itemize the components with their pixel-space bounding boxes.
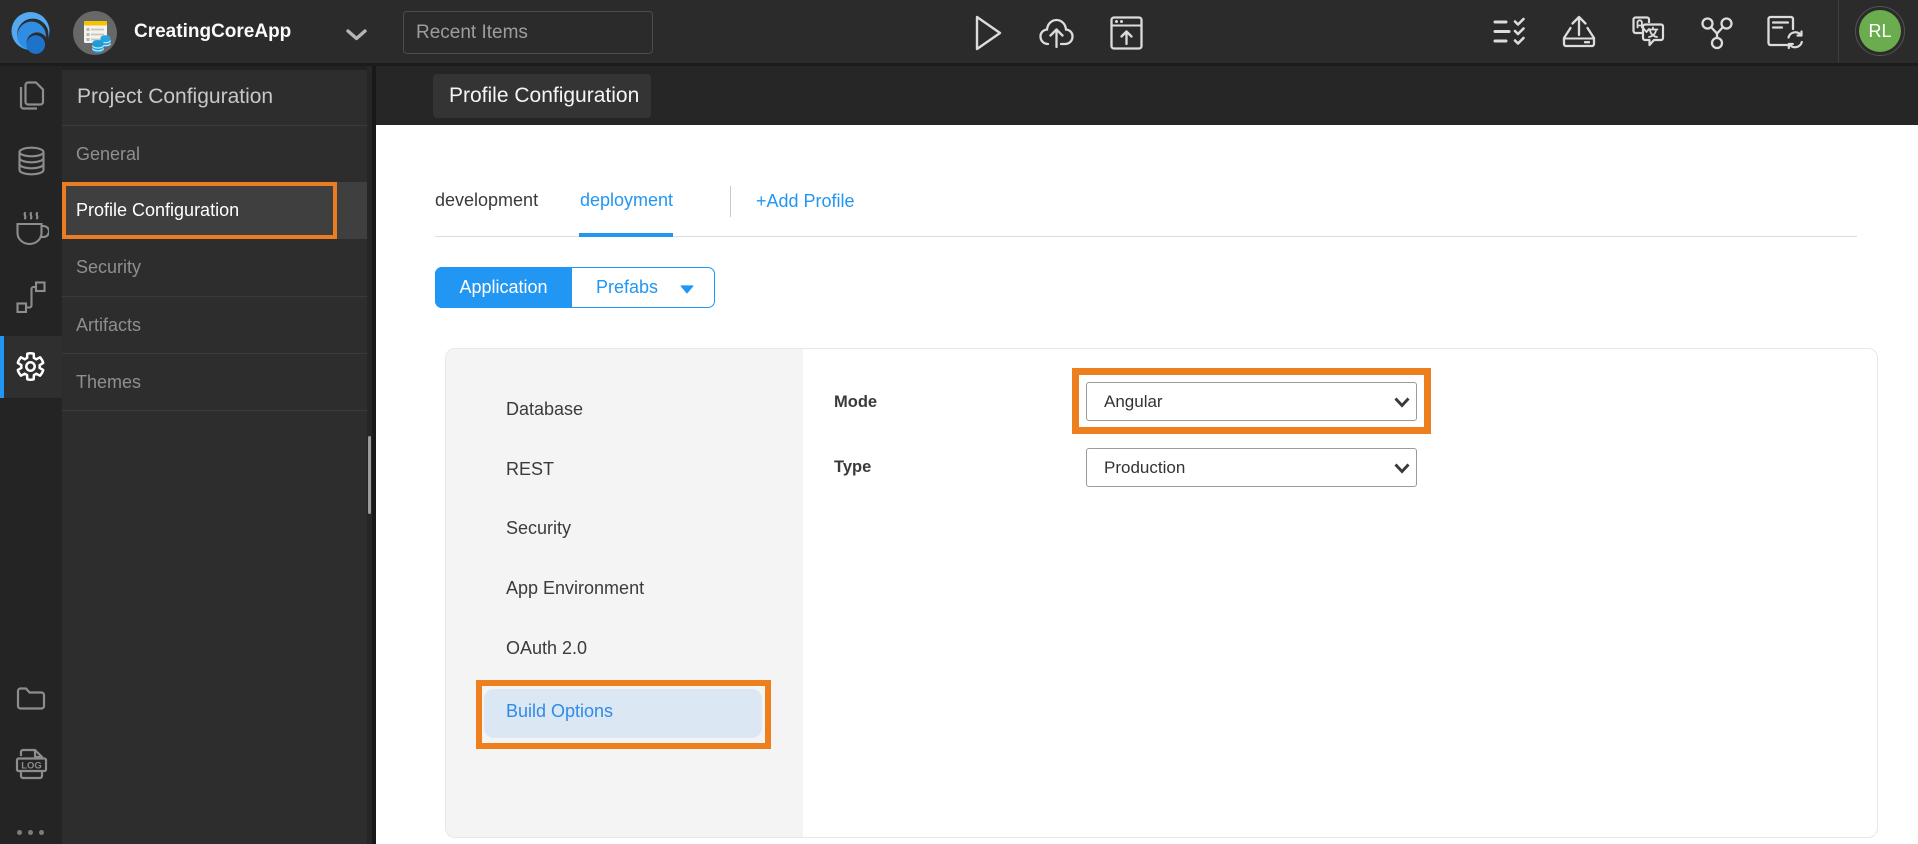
svg-text:LOG: LOG: [21, 761, 42, 772]
